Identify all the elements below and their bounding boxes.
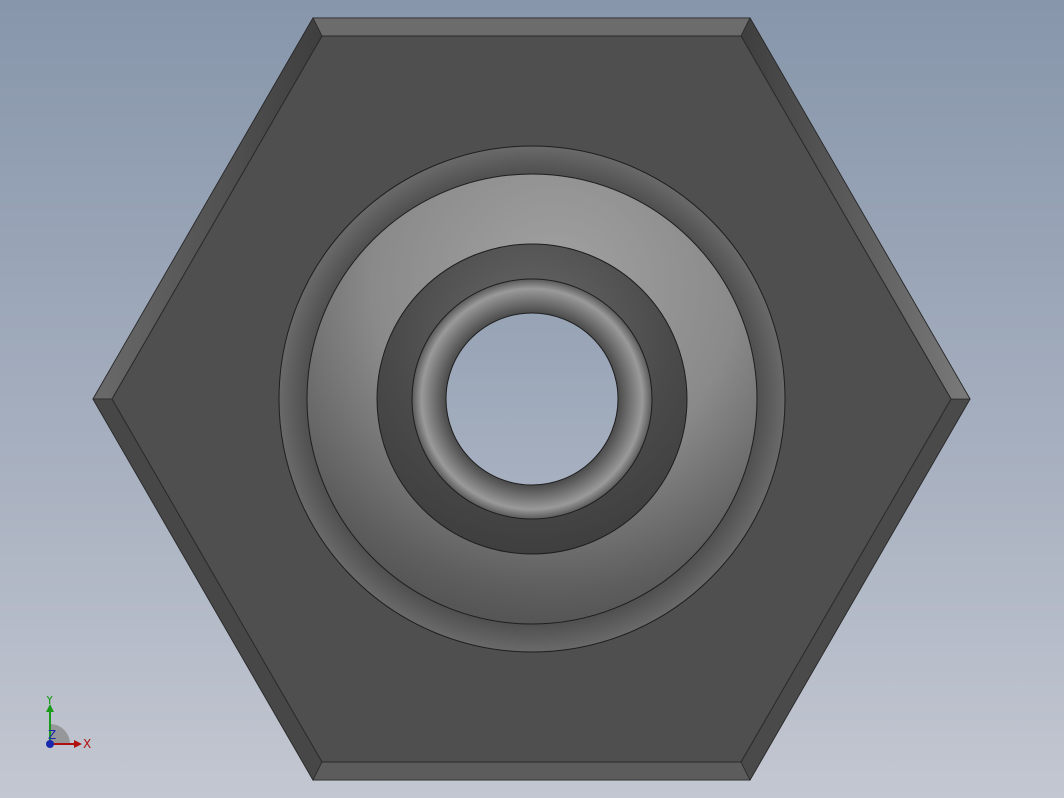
chamfer-bottom: [312, 761, 751, 781]
x-axis-arrow: [74, 740, 82, 748]
chamfer-top: [312, 17, 751, 37]
orientation-triad[interactable]: X Y Z: [36, 696, 106, 758]
graphics-viewport[interactable]: X Y Z: [0, 0, 1064, 798]
y-axis-label: Y: [45, 696, 54, 707]
z-axis-label: Z: [48, 728, 56, 742]
model-view[interactable]: [0, 0, 1064, 798]
x-axis-label: X: [83, 737, 91, 751]
through-hole: [445, 312, 619, 486]
